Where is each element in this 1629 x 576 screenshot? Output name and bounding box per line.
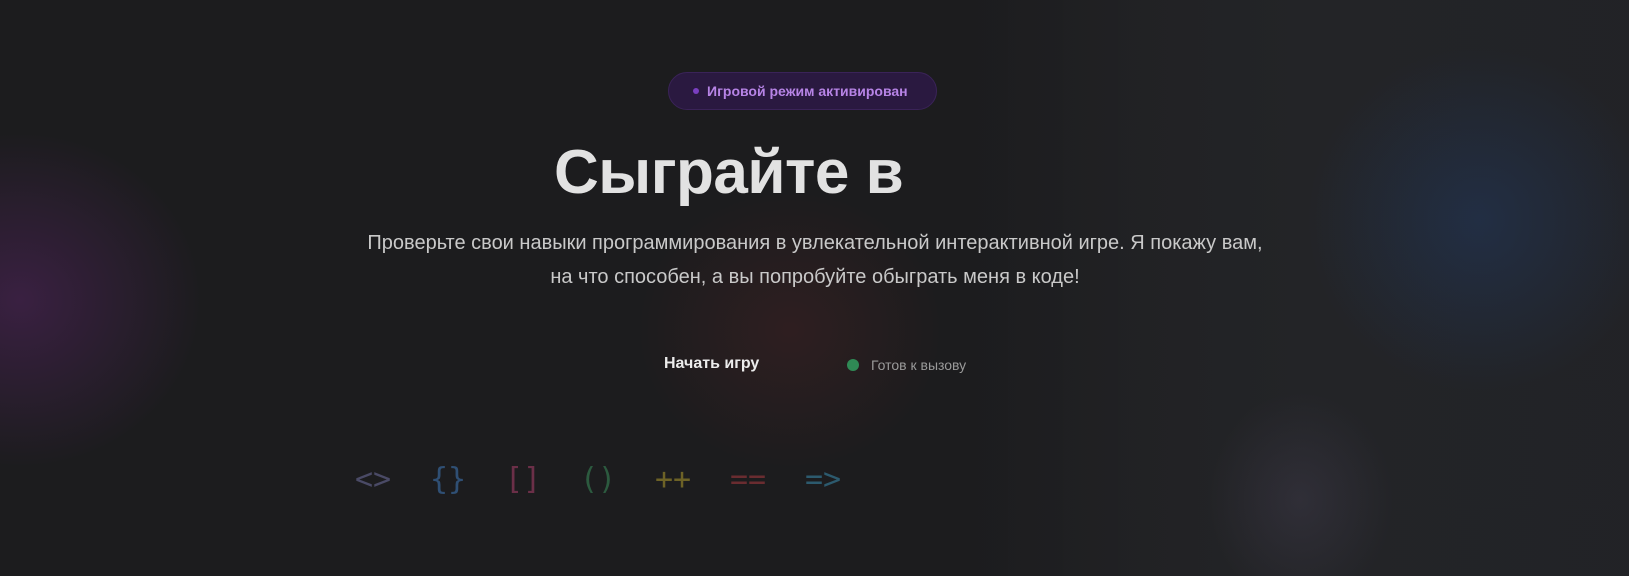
badge-text: Игровой режим активирован: [707, 83, 908, 99]
increment-icon: ++: [655, 462, 692, 497]
badge-dot-icon: [693, 88, 699, 94]
parentheses-icon: (): [580, 462, 617, 497]
status-dot-icon: [847, 359, 859, 371]
hero-subtitle: Проверьте свои навыки программирования в…: [367, 232, 1263, 288]
start-game-button[interactable]: Начать игру: [664, 355, 759, 373]
game-hero-section: Игровой режим активирован Сыграйте в Про…: [0, 0, 1629, 576]
arrow-function-icon: =>: [805, 462, 842, 497]
status-text: Готов к вызову: [871, 357, 967, 373]
square-brackets-icon: []: [505, 462, 542, 497]
equals-icon: ==: [730, 462, 767, 497]
page-title: Сыграйте в: [554, 138, 904, 207]
game-mode-badge: Игровой режим активирован: [668, 72, 937, 110]
angle-brackets-icon: <>: [355, 462, 392, 497]
ready-status: Готов к вызову: [847, 357, 966, 373]
curly-braces-icon: {}: [430, 462, 467, 497]
